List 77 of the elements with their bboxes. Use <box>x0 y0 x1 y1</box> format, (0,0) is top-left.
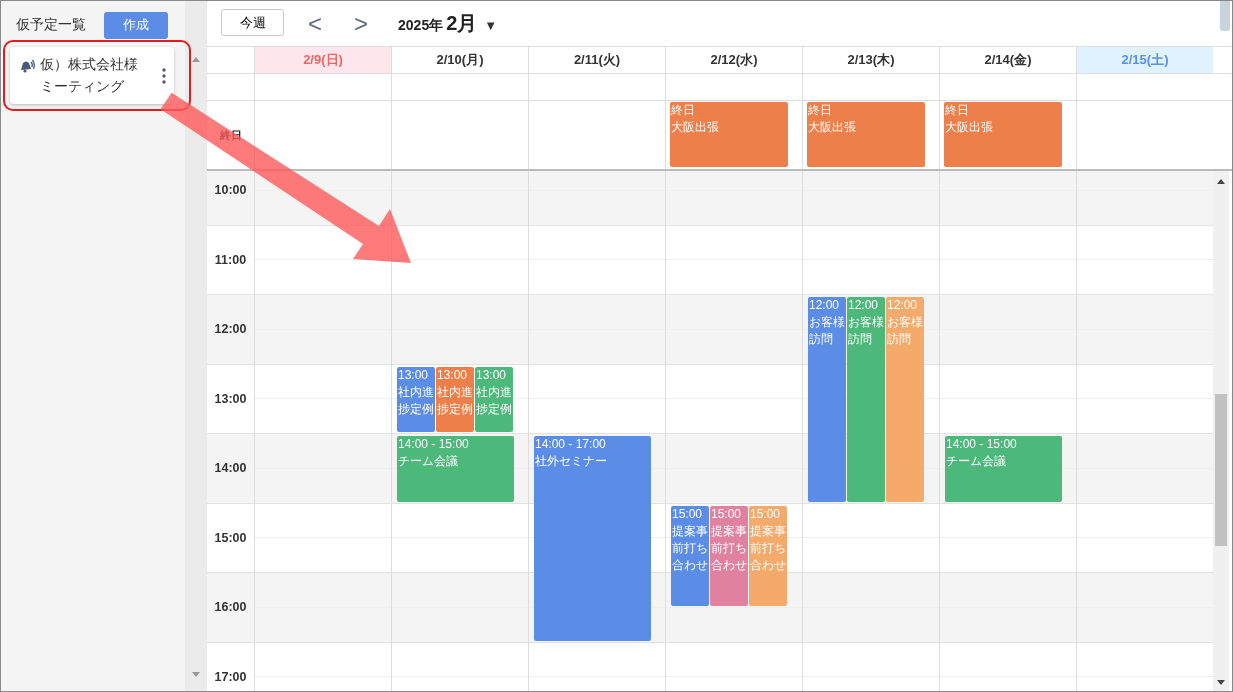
draft-card[interactable]: 仮）株式会社様ミーティング <box>10 47 174 104</box>
event-title: 大阪出張 <box>807 119 856 136</box>
event-title: 社内進捗定例 <box>397 383 435 418</box>
day-header: 2/11(火) <box>528 47 665 73</box>
time-label: 13:00 <box>214 391 247 406</box>
scroll-down-icon <box>1217 680 1225 685</box>
time-label: 10:00 <box>214 183 247 198</box>
calendar-event[interactable]: 12:00 お客様訪問 <box>847 297 885 502</box>
time-label: 14:00 <box>214 461 247 476</box>
scroll-thumb[interactable] <box>1215 394 1227 546</box>
calendar-event[interactable]: 12:00 お客様訪問 <box>808 297 846 502</box>
next-button[interactable]: > <box>344 9 379 38</box>
create-button[interactable]: 作成 <box>104 11 168 39</box>
day-header: 2/13(木) <box>802 47 939 73</box>
previous-button[interactable]: < <box>298 9 332 38</box>
calendar-event[interactable]: 13:00 社内進捗定例 <box>436 366 474 432</box>
event-time: 13:00 <box>475 366 507 384</box>
event-time: 14:00 - 15:00 <box>945 436 1017 453</box>
event-title: 社外セミナー <box>534 453 607 470</box>
event-time: 12:00 <box>847 297 879 314</box>
event-title: 提案事前打ち合わせ <box>671 522 709 574</box>
calendar-event[interactable]: 15:00 提案事前打ち合わせ <box>749 505 787 606</box>
event-title: 提案事前打ち合わせ <box>710 522 748 574</box>
event-time: 15:00 <box>749 505 781 523</box>
event-time: 12:00 <box>808 297 840 314</box>
event-time: 13:00 <box>436 366 468 384</box>
day-header: 2/9(日) <box>254 47 391 73</box>
event-time: 終日 <box>807 102 832 119</box>
calendar-event[interactable]: 14:00 - 17:00 社外セミナー <box>534 436 651 641</box>
time-label: 16:00 <box>214 600 247 615</box>
month-label: 2月 <box>446 11 478 36</box>
calendar-event[interactable]: 14:00 - 15:00 チーム会議 <box>945 436 1062 502</box>
calendar-event[interactable]: 12:00 お客様訪問 <box>886 297 924 502</box>
all-day-event[interactable]: 終日 大阪出張 <box>944 102 1062 167</box>
event-time: 終日 <box>944 102 969 119</box>
year-label: 2025年 <box>398 17 444 35</box>
event-time: 13:00 <box>397 366 429 384</box>
event-time: 14:00 - 17:00 <box>534 436 606 453</box>
scroll-down-icon <box>192 672 200 677</box>
time-label: 15:00 <box>214 530 247 545</box>
time-label: 11:00 <box>214 252 247 267</box>
this-week-button[interactable]: 今週 <box>221 9 284 36</box>
panel-title: 仮予定一覧 <box>16 16 86 34</box>
event-title: お客様訪問 <box>847 314 885 348</box>
event-title: 大阪出張 <box>944 119 993 136</box>
event-time: 15:00 <box>671 505 703 523</box>
month-dropdown[interactable]: ▼ <box>480 18 498 33</box>
calendar-event[interactable]: 14:00 - 15:00 チーム会議 <box>397 436 514 502</box>
event-title: お客様訪問 <box>886 314 924 348</box>
more-icon <box>162 67 166 84</box>
calendar-event[interactable]: 13:00 社内進捗定例 <box>397 366 435 432</box>
calendar-event[interactable]: 15:00 提案事前打ち合わせ <box>671 505 709 606</box>
event-title: 社内進捗定例 <box>475 383 513 418</box>
event-title: お客様訪問 <box>808 314 846 348</box>
draft-title: 仮）株式会社様ミーティング <box>40 55 139 96</box>
event-time: 終日 <box>670 102 695 119</box>
day-header: 2/10(月) <box>391 47 528 73</box>
event-time: 12:00 <box>886 297 918 314</box>
panel-tab[interactable] <box>1220 1 1230 31</box>
event-title: 提案事前打ち合わせ <box>749 522 787 574</box>
calendar-event[interactable]: 13:00 社内進捗定例 <box>475 366 513 432</box>
event-title: 社内進捗定例 <box>436 383 474 418</box>
scroll-up-icon <box>192 57 200 62</box>
calendar-event[interactable]: 15:00 提案事前打ち合わせ <box>710 505 748 606</box>
day-header: 2/15(土) <box>1076 47 1213 73</box>
event-time: 14:00 - 15:00 <box>397 436 469 453</box>
bell-icon <box>19 59 35 73</box>
time-label: 12:00 <box>214 322 247 337</box>
scroll-up-icon <box>1217 179 1225 184</box>
event-title: チーム会議 <box>397 453 458 470</box>
event-title: 大阪出張 <box>670 119 719 136</box>
all-day-event[interactable]: 終日 大阪出張 <box>670 102 788 167</box>
time-label: 17:00 <box>214 669 247 684</box>
day-header: 2/12(水) <box>665 47 802 73</box>
event-time: 15:00 <box>710 505 742 523</box>
all-day-event[interactable]: 終日 大阪出張 <box>807 102 925 167</box>
event-title: チーム会議 <box>945 453 1006 470</box>
